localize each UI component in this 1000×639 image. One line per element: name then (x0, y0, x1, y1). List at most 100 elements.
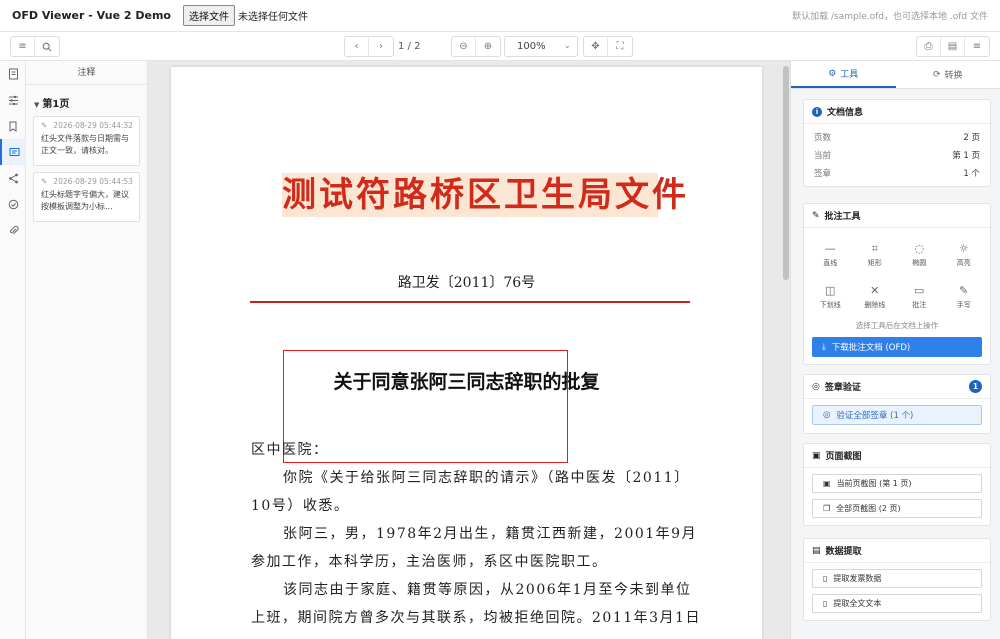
check-circle-icon: ◎ (823, 410, 831, 420)
screenshot-title: 页面截图 (825, 452, 862, 462)
tab-convert-label: 转换 (944, 71, 963, 81)
crop-icon: ⌗ (871, 241, 878, 255)
extract-invoice-button[interactable]: ▯ 提取发票数据 (812, 569, 982, 588)
page-indicator: 1 / 2 (398, 41, 421, 52)
info-row-pages: 页数 2 页 (804, 128, 990, 146)
line-icon: — (824, 241, 836, 255)
tool-strikethrough[interactable]: ✕ 删除线 (853, 276, 898, 318)
download-label: 下载批注文档 (OFD) (831, 343, 911, 353)
info-row-signatures: 签章 1 个 (804, 164, 990, 182)
pages-icon[interactable] (0, 61, 26, 87)
chevron-down-icon: ⌄ (563, 41, 571, 51)
x-icon: ✕ (870, 283, 880, 297)
doc-info-card: i 文档信息 页数 2 页 当前 第 1 页 签章 1 个 (803, 99, 991, 187)
app-title: OFD Viewer - Vue 2 Demo (12, 9, 171, 22)
tool-label: 矩形 (867, 258, 882, 267)
tool-highlight[interactable]: ☼ 高亮 (942, 234, 987, 276)
right-panel-tabs: ⚙ 工具 ⟳ 转换 (791, 61, 1000, 89)
annotation-item[interactable]: ✎ 2026-08-29 05:44:53 红头标题字号偏大，建议按模板调整为小标… (33, 172, 140, 222)
prev-page-icon[interactable]: ‹ (345, 37, 369, 56)
document-icon[interactable]: ▤ (941, 37, 965, 56)
zoom-value: 100% (517, 41, 546, 52)
check-circle-icon: ◎ (812, 381, 820, 392)
tool-label: 手写 (956, 300, 971, 309)
ellipse-icon: ◌ (914, 241, 925, 255)
annotation-time: 2026-08-29 05:44:53 (53, 177, 133, 186)
attachment-icon[interactable] (0, 217, 26, 243)
extract-fulltext-button[interactable]: ▯ 提取全文文本 (812, 594, 982, 613)
annotation-group-label: 第1页 (42, 99, 70, 110)
document-paragraph: 张阿三，男，1978年2月出生，籍贯江西新建，2001年9月参加工作，本科学历，… (251, 526, 698, 570)
next-page-icon[interactable]: › (369, 37, 393, 56)
comment-icon: ▭ (914, 283, 925, 297)
zoom-out-icon[interactable]: ⊖ (452, 37, 476, 56)
annotation-group-header[interactable]: ▼ 第1页 (26, 85, 147, 110)
bookmark-icon[interactable] (0, 113, 26, 139)
file-icon: ▯ (823, 574, 828, 583)
fullscreen-icon[interactable]: ⛶ (608, 37, 632, 56)
file-icon: ▯ (823, 599, 828, 608)
info-value: 2 页 (963, 133, 980, 143)
check-circle-icon[interactable] (0, 191, 26, 217)
image-icon: ▣ (812, 450, 821, 461)
all-pages-screenshot-button[interactable]: ❐ 全部页截图 (2 页) (812, 499, 982, 518)
annotation-tools-title: 批注工具 (824, 212, 861, 222)
search-icon[interactable] (35, 37, 59, 56)
choose-file-button[interactable]: 选择文件 (182, 5, 235, 26)
tool-line[interactable]: — 直线 (808, 234, 853, 276)
move-icon[interactable]: ✥ (584, 37, 608, 56)
document-page[interactable]: 测试符路桥区卫生局文件 路卫发〔2011〕76号 关于同意张阿三同志辞职的批复 … (171, 67, 762, 639)
more-icon[interactable]: ≡ (965, 37, 989, 56)
info-value: 1 个 (963, 169, 980, 179)
verify-all-button[interactable]: ◎ 验证全部签章 (1 个) (812, 405, 982, 425)
annotation-time: 2026-08-29 05:44:32 (53, 121, 133, 130)
tool-ellipse[interactable]: ◌ 椭圆 (897, 234, 942, 276)
zoom-select[interactable]: 100% ⌄ (504, 36, 578, 57)
info-key: 当前 (814, 151, 832, 161)
info-value: 第 1 页 (952, 151, 980, 161)
tool-label: 高亮 (956, 258, 971, 267)
annotation-item[interactable]: ✎ 2026-08-29 05:44:32 红头文件落款与日期需与正文一致，请核对… (33, 116, 140, 166)
data-extract-card: ▤ 数据提取 ▯ 提取发票数据 ▯ 提取全文文本 (803, 538, 991, 621)
refresh-icon: ⟳ (932, 69, 941, 80)
document-viewer[interactable]: 测试符路桥区卫生局文件 路卫发〔2011〕76号 关于同意张阿三同志辞职的批复 … (148, 61, 790, 639)
left-icon-bar (0, 61, 26, 639)
right-panel: ⚙ 工具 ⟳ 转换 i 文档信息 页数 2 页 当前第 1 页 签章 1 个 ✎ 批注工具 … (790, 61, 1000, 639)
viewer-scrollbar[interactable] (783, 66, 789, 280)
database-icon: ▤ (812, 545, 821, 556)
triangle-down-icon: ▼ (34, 101, 40, 109)
red-divider (250, 301, 690, 303)
extract-fulltext-label: 提取全文文本 (833, 599, 882, 608)
tab-tools[interactable]: ⚙ 工具 (791, 61, 896, 88)
print-icon[interactable]: ⎙ (917, 37, 941, 56)
document-paragraph: 你院《关于给张阿三同志辞职的请示》（路中医发〔2011〕10号）收悉。 (251, 470, 690, 514)
tool-freehand[interactable]: ✎ 手写 (942, 276, 987, 318)
gear-icon: ⚙ (828, 68, 837, 79)
zoom-in-icon[interactable]: ⊕ (476, 37, 500, 56)
tab-convert[interactable]: ⟳ 转换 (896, 61, 1000, 88)
tool-comment[interactable]: ▭ 批注 (897, 276, 942, 318)
tools-hint: 选择工具后在文档上操作 (855, 321, 939, 330)
annotation-text: 红头标题字号偏大，建议按模板调整为小标... (41, 190, 129, 211)
signature-verify-card: ◎ 签章验证 1 ◎ 验证全部签章 (1 个) (803, 374, 991, 434)
annotation-icon[interactable] (0, 139, 26, 165)
fit-group: ✥ ⛶ (583, 36, 633, 57)
outline-icon[interactable] (0, 87, 26, 113)
menu-icon[interactable]: ≡ (11, 37, 35, 56)
annotation-panel-title: 注释 (26, 61, 147, 85)
pen-icon: ✎ (812, 210, 820, 221)
screenshot-all-label: 全部页截图 (2 页) (836, 504, 901, 513)
toolbar-right-group: ⎙ ▤ ≡ (916, 36, 990, 57)
document-paragraph: 该同志由于家庭、籍贯等原因，从2006年1月至今未到单位上班，期间院方曾多次与其… (251, 582, 701, 626)
pen-icon: ✎ (41, 121, 48, 130)
share-icon[interactable] (0, 165, 26, 191)
info-row-current: 当前 第 1 页 (804, 146, 990, 164)
tool-underline[interactable]: ◫ 下划线 (808, 276, 853, 318)
current-page-screenshot-button[interactable]: ▣ 当前页截图 (第 1 页) (812, 474, 982, 493)
extract-title: 数据提取 (825, 547, 862, 557)
signature-verify-title: 签章验证 (824, 383, 861, 393)
tool-rectangle[interactable]: ⌗ 矩形 (853, 234, 898, 276)
download-annotated-button[interactable]: ⤓ 下载批注文档 (OFD) (812, 337, 982, 357)
tool-label: 批注 (912, 300, 927, 309)
tool-label: 直线 (823, 258, 838, 267)
